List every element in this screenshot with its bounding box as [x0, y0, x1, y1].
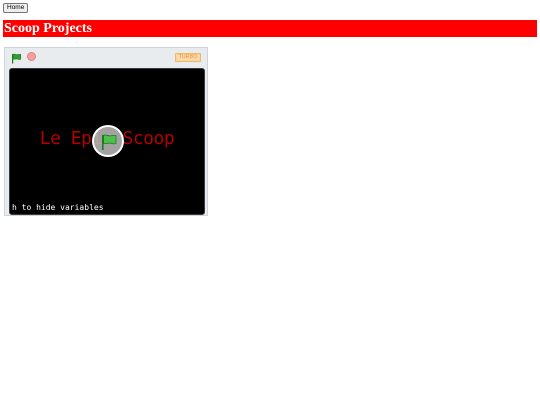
green-flag-icon[interactable]: [11, 51, 22, 64]
stop-icon[interactable]: [27, 52, 36, 61]
project-player: TURBO Le Epic Scoop h to hide variables: [4, 47, 208, 216]
project-stage[interactable]: Le Epic Scoop h to hide variables: [9, 68, 205, 215]
turbo-button[interactable]: TURBO: [175, 53, 201, 62]
stage-hint-text: h to hide variables: [12, 203, 104, 212]
green-flag-overlay-icon: [102, 134, 117, 150]
page-title: Scoop Projects: [3, 20, 537, 37]
player-toolbar: TURBO: [5, 48, 207, 66]
start-overlay-button[interactable]: [92, 125, 124, 157]
home-button[interactable]: Home: [3, 3, 29, 13]
